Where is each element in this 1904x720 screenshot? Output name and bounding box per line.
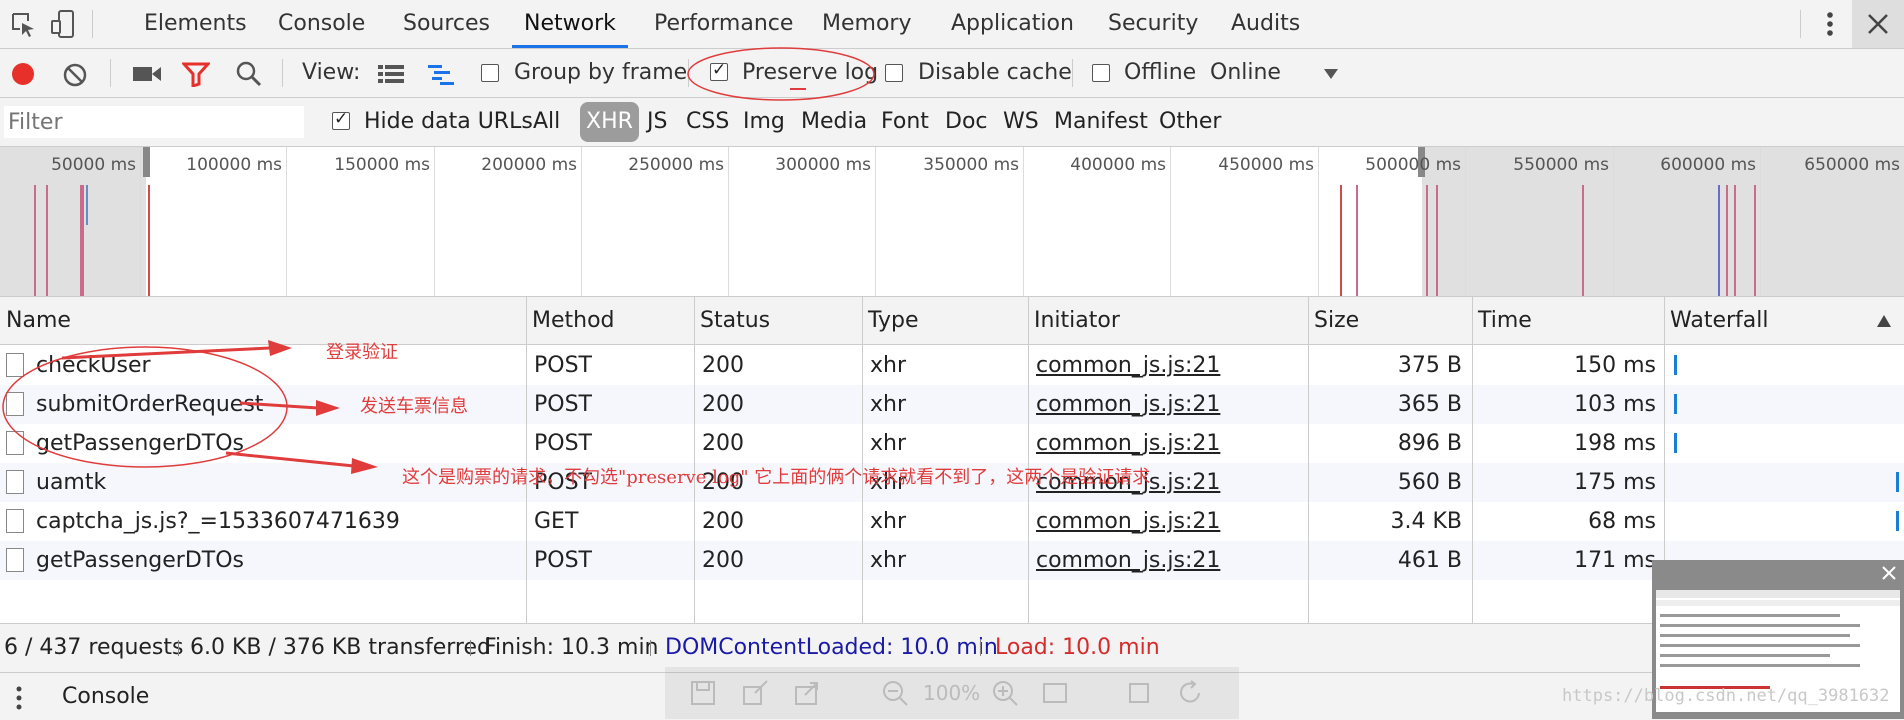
request-group-highlight-ellipse <box>2 346 288 468</box>
annotation-arrow <box>225 451 355 468</box>
annotation-send-ticket-info: 发送车票信息 <box>360 396 468 417</box>
annotation-overlay <box>2 47 875 474</box>
watermark-text: https://blog.csdn.net/qq_3981632 <box>1562 686 1890 706</box>
preserve-log-highlight-ellipse <box>687 47 875 101</box>
annotation-arrowhead <box>268 340 292 356</box>
annotation-preserve-log-note: 这个是购票的请求，不勾选"preserve log" 它上面的俩个请求就看不到了… <box>402 467 1151 488</box>
annotation-arrowhead <box>351 458 378 474</box>
annotation-login-check: 登录验证 <box>326 342 398 363</box>
annotation-arrowhead <box>316 400 340 416</box>
annotation-arrow <box>61 346 271 360</box>
annotation-arrow <box>239 401 319 410</box>
